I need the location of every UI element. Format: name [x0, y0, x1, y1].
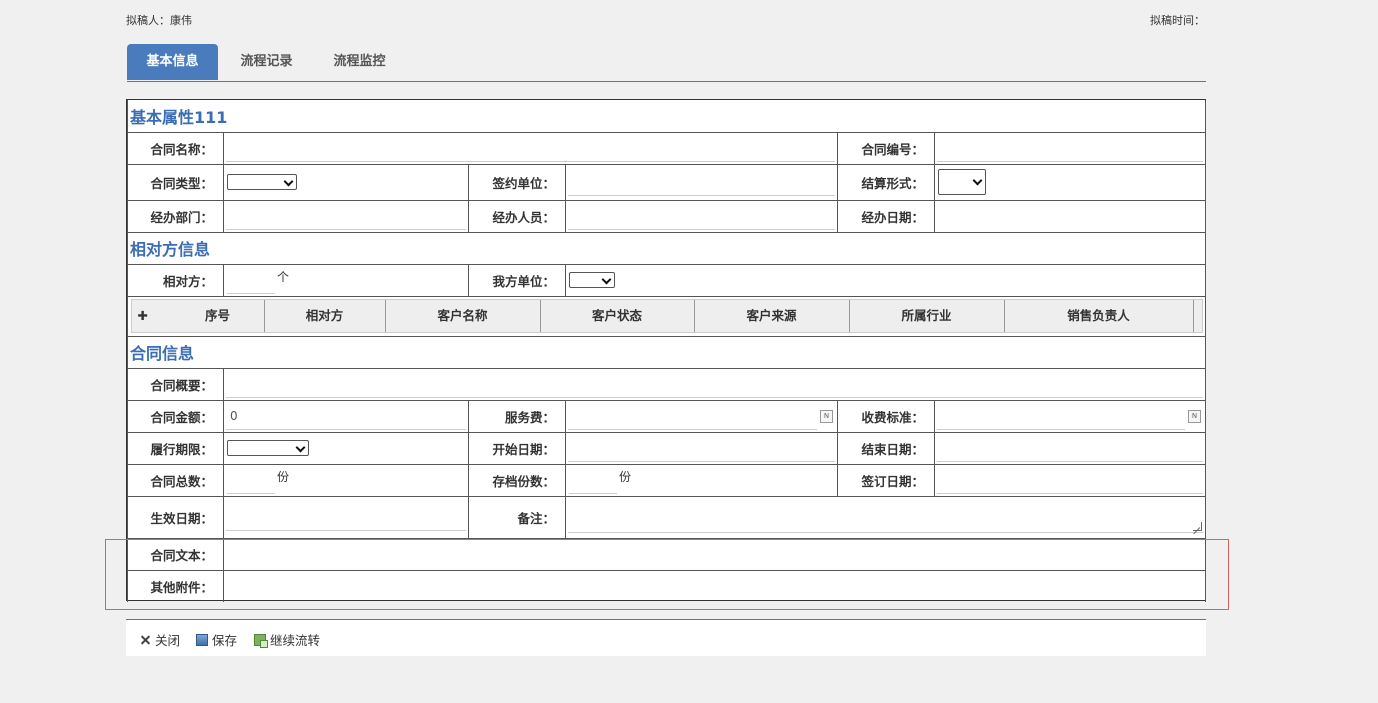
remark-label: 备注：	[468, 495, 566, 539]
section-title-counterparty: 相对方信息	[130, 240, 211, 259]
tab-flow-monitor[interactable]: 流程监控	[313, 44, 406, 80]
col-customer-name: 客户名称	[386, 300, 541, 332]
contract-name-input[interactable]	[226, 134, 835, 162]
col-customer-source: 客户来源	[695, 300, 850, 332]
counterparty-table-header: ✚ 序号 相对方 客户名称 客户状态 客户来源 所属行业 销售负责人	[130, 299, 1203, 333]
settle-form-label: 结算形式：	[837, 163, 935, 201]
drafter-label: 拟稿人：	[126, 14, 170, 27]
fee-standard-input[interactable]	[937, 402, 1185, 430]
contract-name-label: 合同名称：	[127, 131, 224, 165]
summary-input[interactable]	[226, 370, 1203, 398]
service-fee-input[interactable]	[568, 402, 817, 430]
handle-dept-label: 经办部门：	[127, 199, 224, 233]
resize-handle-icon[interactable]	[1193, 521, 1202, 531]
handle-person-label: 经办人员：	[468, 199, 566, 233]
settle-form-select[interactable]	[938, 169, 986, 195]
end-date-label: 结束日期：	[837, 431, 935, 465]
amount-input[interactable]: 0	[226, 402, 466, 430]
term-select[interactable]	[227, 440, 309, 456]
start-date-input[interactable]	[568, 434, 835, 462]
col-seq: 序号	[172, 300, 265, 332]
tab-basic-info[interactable]: 基本信息	[127, 44, 218, 80]
contract-no-label: 合同编号：	[837, 131, 935, 165]
counterparty-unit: 个	[277, 269, 290, 284]
our-unit-select[interactable]	[569, 272, 615, 288]
total-copies-input[interactable]	[227, 469, 275, 494]
save-label: 保存	[212, 633, 238, 648]
col-industry: 所属行业	[850, 300, 1005, 332]
continue-flow-icon	[254, 633, 268, 648]
sign-date-label: 签订日期：	[837, 463, 935, 497]
section-title-contract: 合同信息	[130, 344, 195, 363]
other-attach-upload[interactable]	[223, 569, 1206, 602]
handle-person-input[interactable]	[568, 202, 835, 230]
sign-unit-input[interactable]	[568, 168, 835, 196]
contract-text-label: 合同文本：	[127, 537, 224, 571]
col-counterparty: 相对方	[265, 300, 386, 332]
save-button[interactable]: 保存	[196, 630, 237, 649]
summary-label: 合同概要：	[127, 367, 224, 401]
col-sales-owner: 销售负责人	[1005, 300, 1194, 332]
end-date-input[interactable]	[937, 434, 1203, 462]
other-attach-label: 其他附件：	[127, 569, 224, 602]
contract-text-upload[interactable]	[223, 537, 1206, 571]
continue-flow-button[interactable]: 继续流转	[254, 630, 320, 649]
calculator-icon[interactable]: N	[1188, 409, 1201, 423]
start-date-label: 开始日期：	[468, 431, 566, 465]
remark-textarea[interactable]	[568, 502, 1203, 533]
archive-copies-label: 存档份数：	[468, 463, 566, 497]
close-icon	[139, 634, 151, 646]
handle-date-label: 经办日期：	[837, 199, 935, 233]
save-icon	[196, 633, 208, 646]
drafter-name: 康伟	[170, 14, 192, 27]
calculator-icon[interactable]: N	[820, 409, 833, 423]
contract-form: 基本属性111 合同名称： 合同编号： 合同类型： 签约单位： 结算形式： 经办…	[126, 99, 1206, 602]
continue-label: 继续流转	[270, 633, 321, 648]
col-customer-status: 客户状态	[541, 300, 695, 332]
effective-date-input[interactable]	[226, 503, 466, 531]
close-label: 关闭	[155, 633, 181, 648]
section-title-basic: 基本属性111	[130, 107, 228, 127]
amount-label: 合同金额：	[127, 399, 224, 433]
archive-copies-input[interactable]	[569, 469, 617, 494]
effective-date-label: 生效日期：	[127, 495, 224, 539]
bottom-toolbar: 关闭 保存 继续流转	[126, 619, 1206, 656]
contract-type-label: 合同类型：	[127, 163, 224, 201]
tab-bar: 基本信息 流程记录 流程监控	[127, 44, 1206, 82]
contract-type-select[interactable]	[227, 174, 297, 190]
term-label: 履行期限：	[127, 431, 224, 465]
handle-dept-input[interactable]	[226, 202, 466, 230]
counterparty-label: 相对方：	[127, 263, 224, 297]
drafter-info: 拟稿人：康伟	[126, 12, 192, 28]
close-button[interactable]: 关闭	[139, 630, 180, 649]
sign-date-input[interactable]	[937, 466, 1203, 494]
add-row-icon[interactable]: ✚	[132, 300, 172, 332]
contract-no-input[interactable]	[937, 134, 1203, 162]
archive-copies-unit: 份	[619, 469, 632, 484]
service-fee-label: 服务费：	[468, 399, 566, 433]
our-unit-label: 我方单位：	[468, 263, 566, 297]
total-copies-unit: 份	[277, 469, 290, 484]
counterparty-count-input[interactable]	[227, 269, 275, 294]
sign-unit-label: 签约单位：	[468, 163, 566, 201]
total-copies-label: 合同总数：	[127, 463, 224, 497]
handle-date-value	[934, 199, 1206, 233]
draft-time-label: 拟稿时间：	[1150, 14, 1205, 27]
tab-flow-record[interactable]: 流程记录	[220, 44, 313, 80]
fee-standard-label: 收费标准：	[837, 399, 935, 433]
